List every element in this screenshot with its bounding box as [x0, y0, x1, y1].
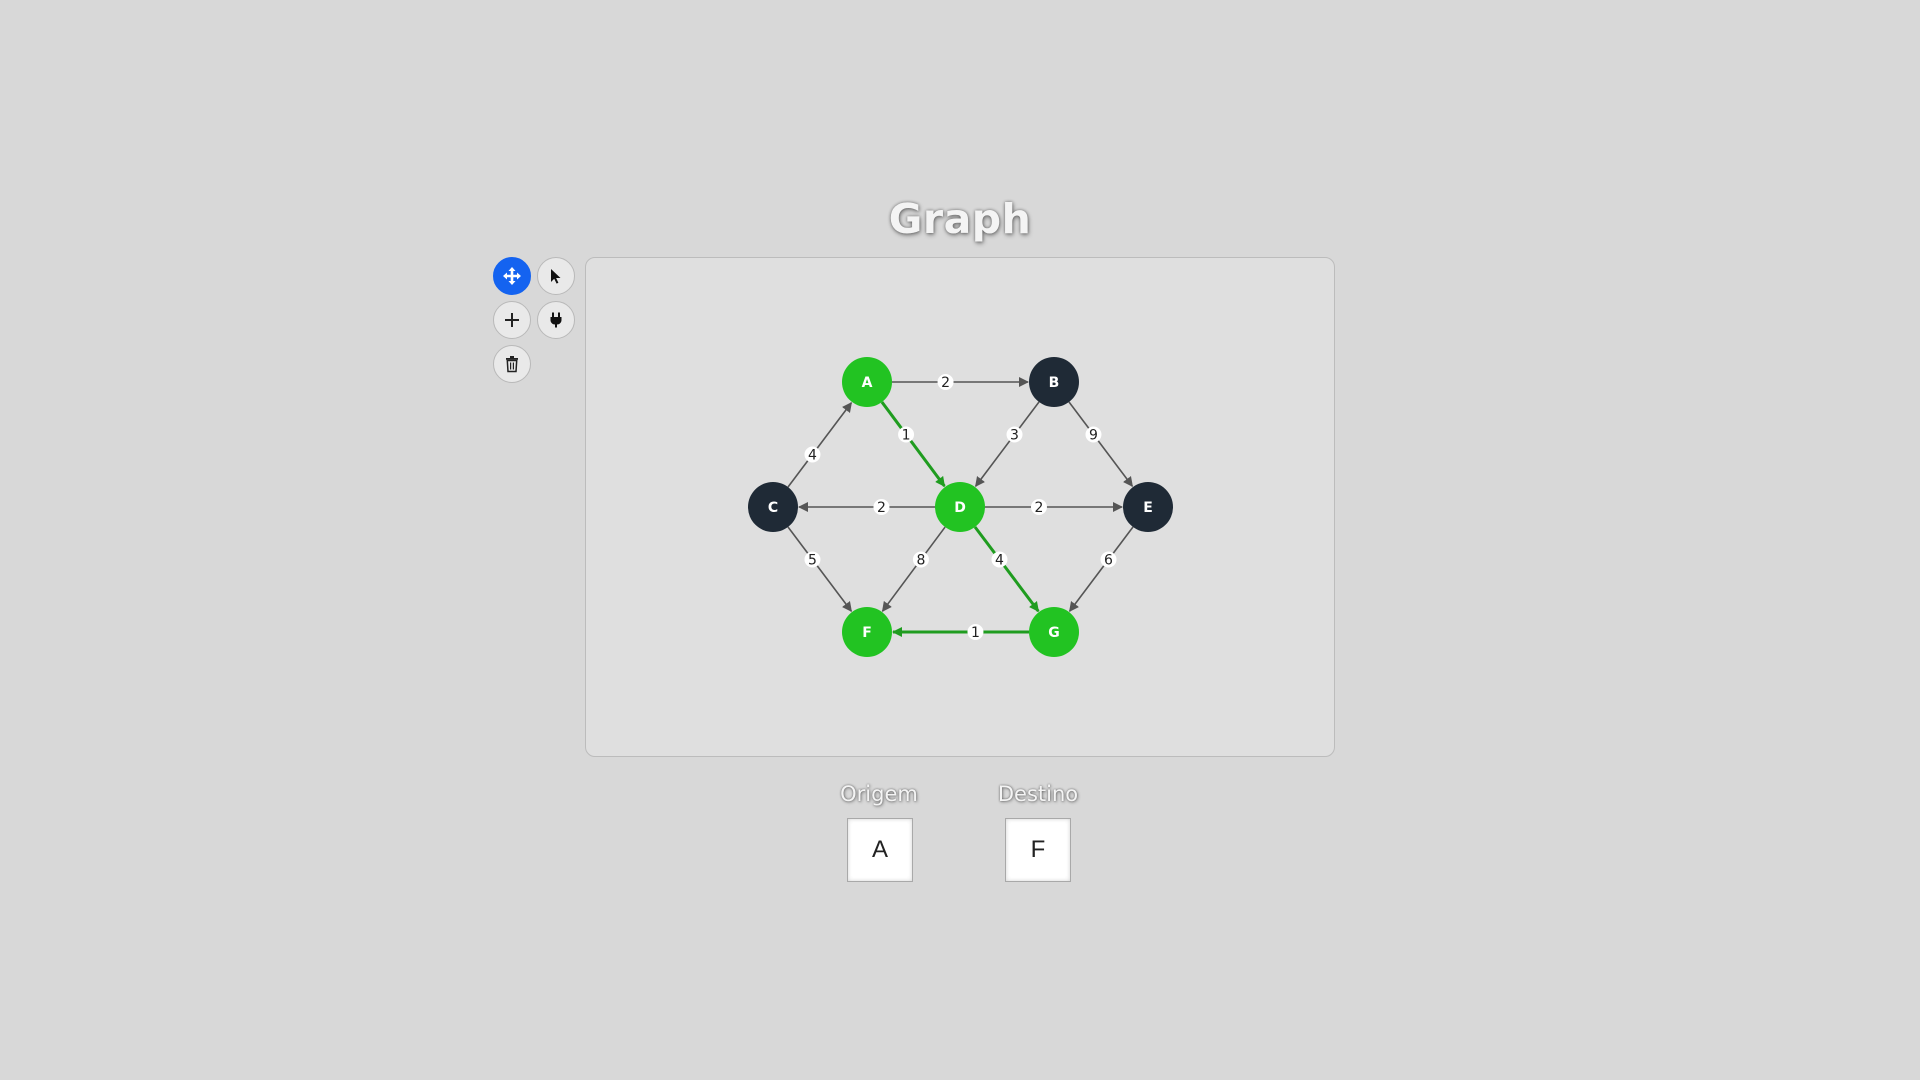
edge-E-G[interactable]: 6	[1068, 526, 1134, 613]
edge-D-G[interactable]: 4	[973, 526, 1040, 613]
node-label: D	[954, 500, 966, 516]
node-label: E	[1143, 500, 1153, 516]
select-tool-button[interactable]	[537, 257, 575, 295]
move-tool-button[interactable]	[493, 257, 531, 295]
edge-line[interactable]	[787, 401, 853, 488]
plus-icon	[505, 313, 519, 327]
node-E[interactable]: E	[1123, 482, 1173, 532]
node-A[interactable]: A	[842, 357, 892, 407]
edge-line[interactable]	[974, 401, 1040, 488]
edge-weight-label: 2	[877, 500, 886, 516]
edge-C-F[interactable]: 5	[787, 526, 853, 613]
edge-A-B[interactable]: 2	[892, 374, 1029, 391]
add-node-tool-button[interactable]	[493, 301, 531, 339]
graph-canvas[interactable]: 2 1 3 9 4 2 2 5 8 4 6 1 A B C D E F G	[585, 257, 1335, 757]
node-label: A	[862, 375, 873, 391]
node-G[interactable]: G	[1029, 607, 1079, 657]
edge-line[interactable]	[787, 526, 853, 613]
edge-D-F[interactable]: 8	[881, 526, 946, 612]
edge-line[interactable]	[881, 526, 946, 612]
edge-line[interactable]	[1068, 526, 1134, 613]
destination-field[interactable]	[1005, 818, 1071, 882]
edge-B-E[interactable]: 9	[1068, 401, 1134, 488]
edge-weight-label: 5	[808, 553, 817, 569]
edge-C-A[interactable]: 4	[787, 401, 853, 488]
edge-line[interactable]	[880, 401, 946, 488]
edge-A-D[interactable]: 1	[880, 401, 946, 488]
node-D[interactable]: D	[935, 482, 985, 532]
node-C[interactable]: C	[748, 482, 798, 532]
cursor-pointer-icon	[551, 269, 561, 284]
edge-weight-label: 4	[995, 553, 1004, 569]
trash-icon	[506, 356, 518, 373]
node-F[interactable]: F	[842, 607, 892, 657]
node-label: C	[768, 500, 778, 516]
edge-D-E[interactable]: 2	[985, 499, 1123, 516]
move-arrows-icon	[503, 267, 521, 285]
edge-D-C[interactable]: 2	[798, 499, 935, 516]
edge-weight-label: 1	[971, 625, 980, 641]
page-title: Graph	[888, 195, 1032, 243]
destination-label: Destino	[997, 782, 1079, 806]
node-label: B	[1049, 375, 1060, 391]
edge-weight-label: 9	[1089, 428, 1098, 444]
origin-label: Origem	[840, 782, 918, 806]
graph-svg[interactable]: 2 1 3 9 4 2 2 5 8 4 6 1 A B C D E F G	[586, 258, 1336, 758]
edge-line[interactable]	[973, 526, 1040, 613]
edge-weight-label: 6	[1104, 553, 1113, 569]
edge-weight-label: 2	[941, 375, 950, 391]
delete-tool-button[interactable]	[493, 345, 531, 383]
edge-weight-label: 4	[808, 448, 817, 464]
origin-field[interactable]	[847, 818, 913, 882]
edge-weight-label: 3	[1010, 428, 1019, 444]
edge-line[interactable]	[1068, 401, 1134, 488]
edge-B-D[interactable]: 3	[974, 401, 1040, 488]
edge-G-F[interactable]: 1	[892, 624, 1029, 641]
node-B[interactable]: B	[1029, 357, 1079, 407]
plug-icon	[550, 312, 562, 328]
node-label: G	[1048, 625, 1060, 641]
node-label: F	[862, 625, 872, 641]
edge-weight-label: 2	[1034, 500, 1043, 516]
edge-weight-label: 8	[916, 553, 925, 569]
edge-weight-label: 1	[902, 428, 911, 444]
connect-tool-button[interactable]	[537, 301, 575, 339]
